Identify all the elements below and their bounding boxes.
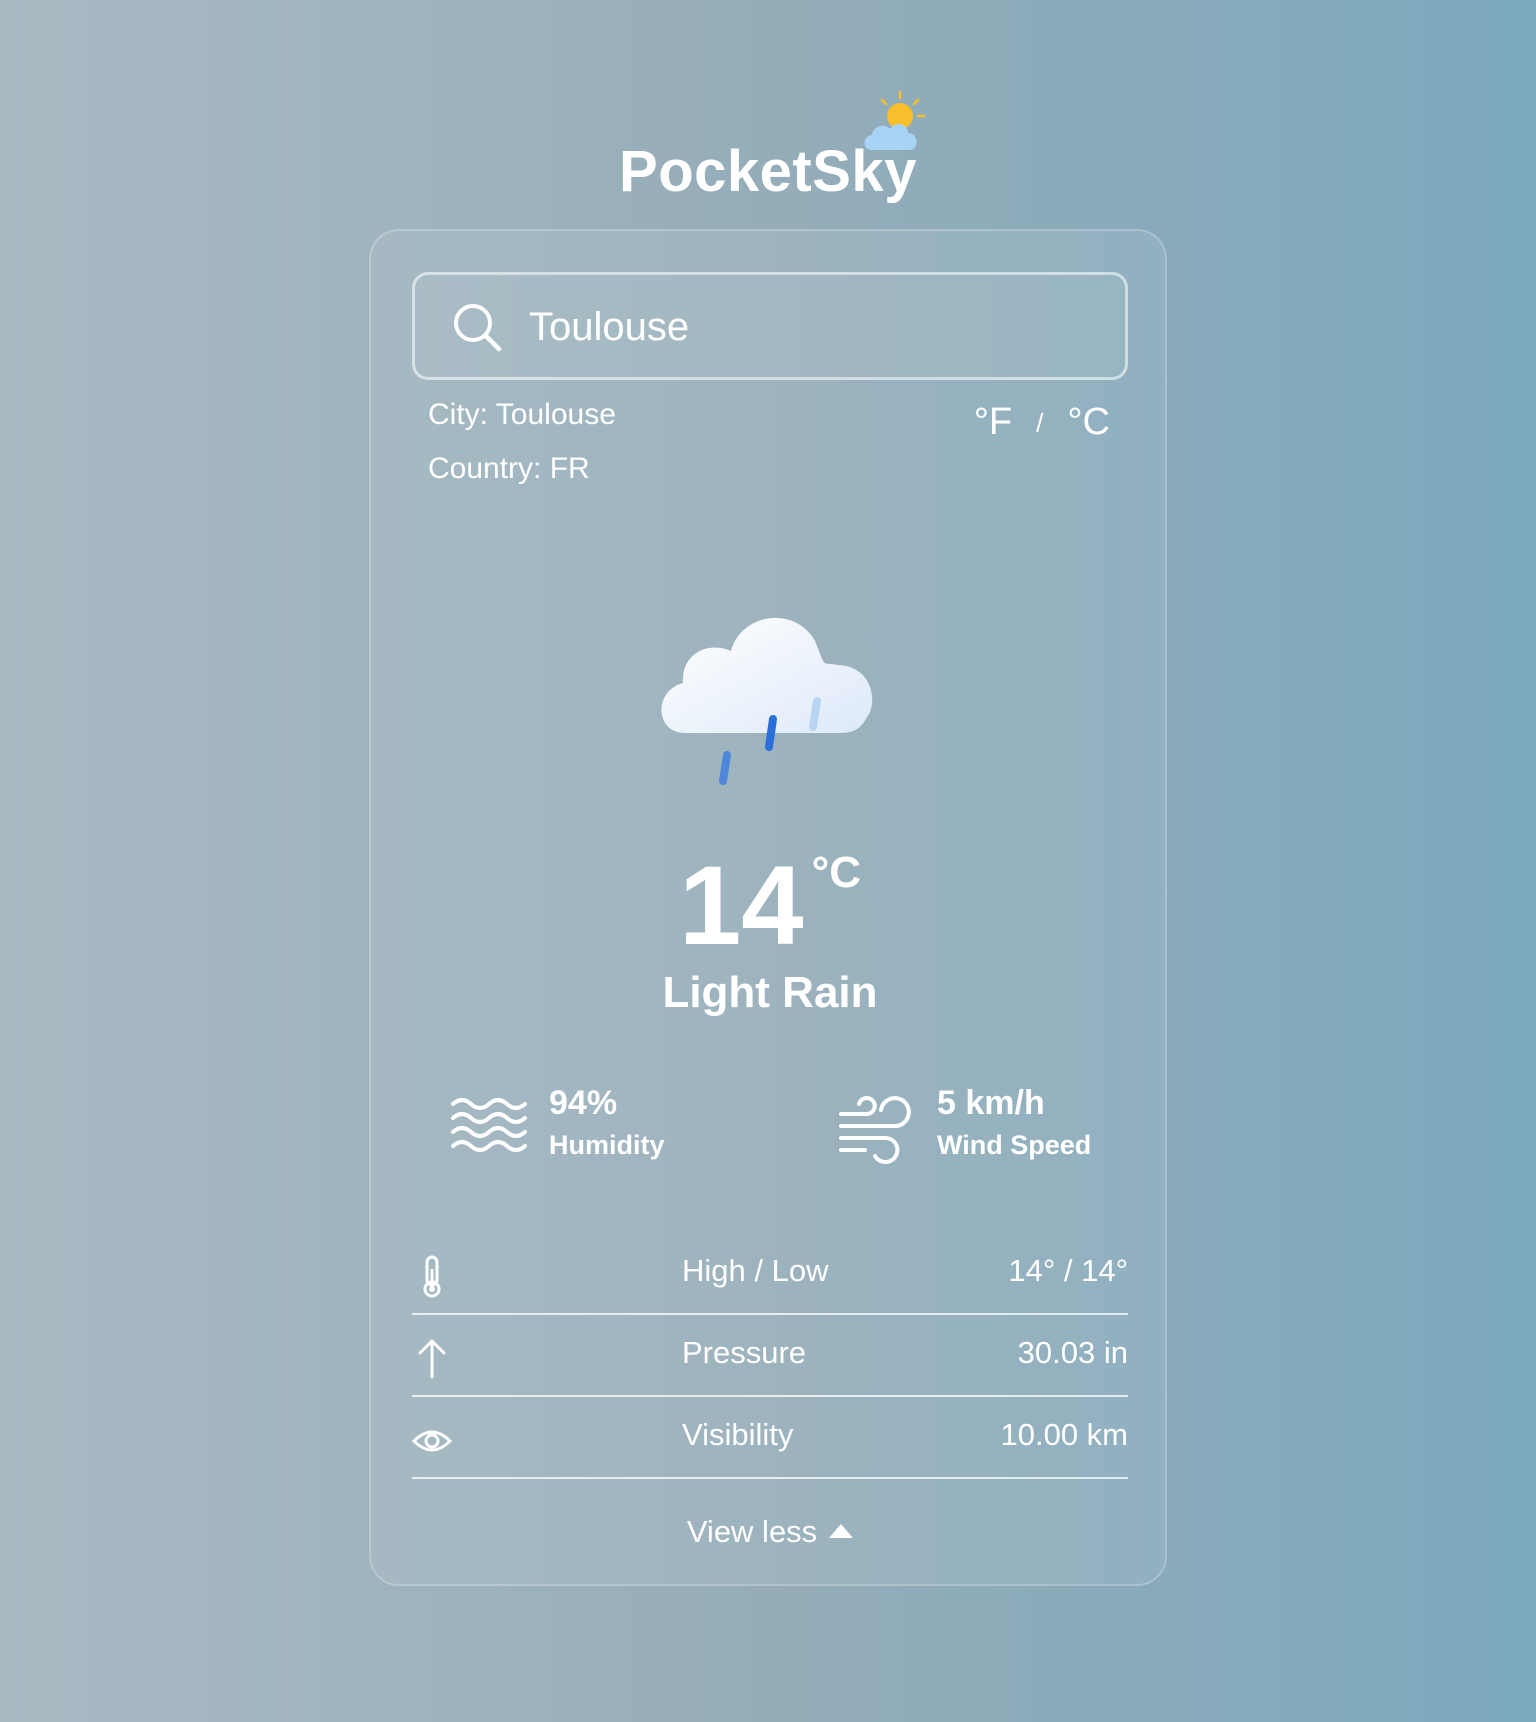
detail-row-visibility: Visibility 10.00 km — [412, 1397, 1128, 1479]
city-label: City: Toulouse — [428, 398, 616, 431]
detail-label: Visibility — [682, 1417, 794, 1452]
detail-value: 14° / 14° — [1008, 1253, 1128, 1288]
detail-value: 10.00 km — [1000, 1417, 1128, 1452]
view-less-label: View less — [686, 1514, 818, 1549]
brand-header: PocketSky — [0, 88, 1536, 208]
humidity-stat: 94% Humidity — [449, 1084, 709, 1174]
details-list: High / Low 14° / 14° Pressure 30.03 in V… — [412, 1233, 1128, 1479]
search-input[interactable] — [527, 291, 1101, 363]
detail-row-pressure: Pressure 30.03 in — [412, 1315, 1128, 1397]
temperature-unit: °C — [811, 848, 861, 897]
detail-row-high-low: High / Low 14° / 14° — [412, 1233, 1128, 1315]
waves-icon — [451, 1098, 527, 1152]
weather-card: City: Toulouse Country: FR °F/°C 14°C Li… — [369, 229, 1167, 1586]
arrow-up-icon — [418, 1339, 446, 1379]
weather-condition: Light Rain — [662, 968, 878, 1017]
fahrenheit-button[interactable]: °F — [974, 401, 1012, 444]
eye-icon — [412, 1430, 452, 1452]
country-label: Country: FR — [428, 452, 590, 485]
humidity-label: Humidity — [549, 1130, 665, 1160]
detail-value: 30.03 in — [1017, 1335, 1128, 1370]
wind-stat: 5 km/h Wind Speed — [837, 1084, 1137, 1174]
app-title: PocketSky — [619, 139, 917, 204]
celsius-button[interactable]: °C — [1067, 401, 1110, 444]
detail-label: Pressure — [682, 1335, 807, 1370]
search-box[interactable] — [412, 272, 1128, 380]
caret-up-icon — [829, 1524, 854, 1538]
thermometer-icon — [423, 1255, 441, 1298]
current-temperature: 14 °C — [371, 846, 1169, 966]
unit-toggle: °F / °C — [974, 401, 1110, 444]
wind-icon — [839, 1096, 911, 1164]
wind-label: Wind Speed — [937, 1130, 1092, 1160]
detail-label: High / Low — [682, 1253, 829, 1288]
humidity-value: 94% — [549, 1084, 618, 1122]
view-less-button[interactable]: View less — [371, 1514, 1169, 1550]
temperature-value: 14 — [679, 843, 804, 968]
cloud-rain-icon — [661, 617, 873, 785]
unit-separator: / — [1036, 408, 1044, 439]
search-icon[interactable] — [451, 301, 503, 353]
wind-value: 5 km/h — [937, 1084, 1045, 1122]
